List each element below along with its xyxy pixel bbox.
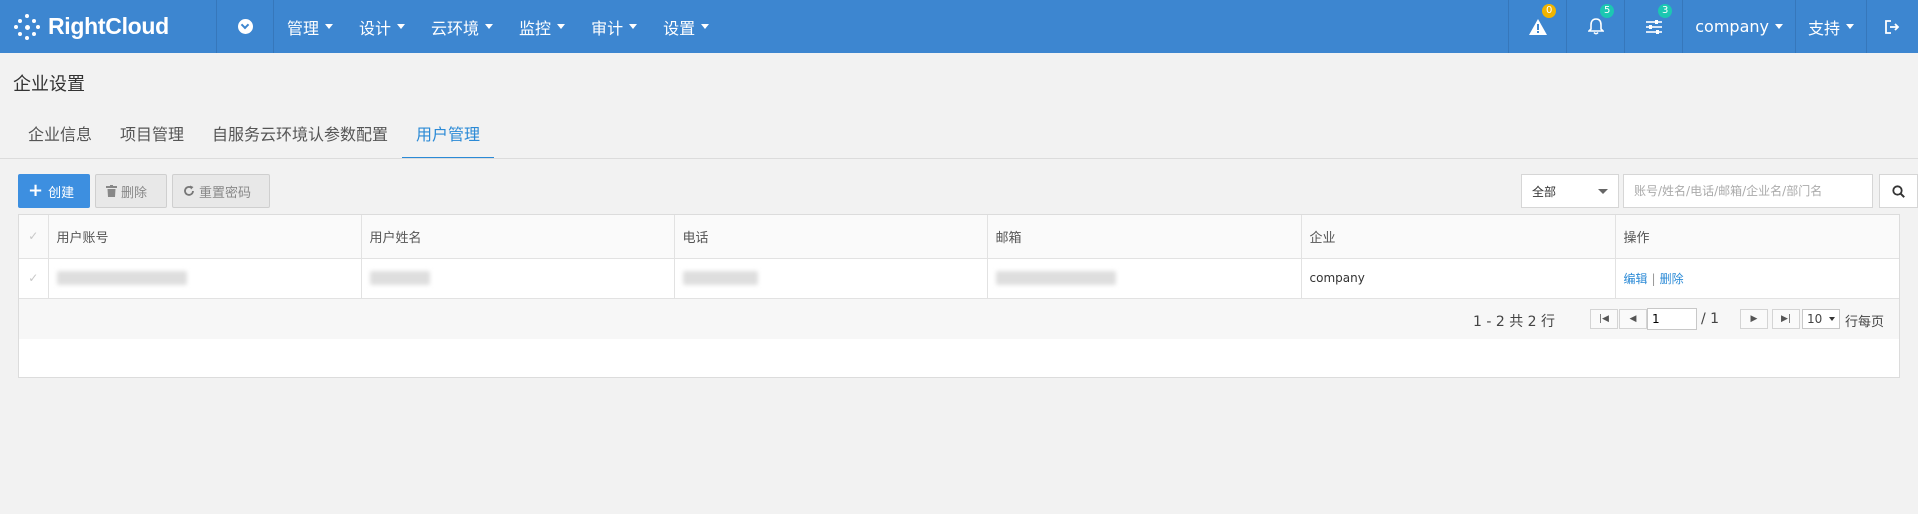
tab-self-service-config[interactable]: 自服务云环境认参数配置 <box>198 118 402 159</box>
edit-link[interactable]: 编辑 <box>1624 272 1648 286</box>
page-title: 企业设置 <box>13 74 85 95</box>
prev-page-icon: ◀ <box>1629 314 1637 324</box>
menu-design[interactable]: 设计 <box>346 0 418 53</box>
search-input[interactable] <box>1623 174 1873 208</box>
menu-settings[interactable]: 设置 <box>650 0 722 53</box>
caret-down-icon <box>1774 24 1783 29</box>
table-header: ✓ 用户账号 用户姓名 电话 邮箱 企业 操作 <box>19 215 1899 259</box>
tasks-badge: 3 <box>1658 4 1673 18</box>
menu-cloud-env[interactable]: 云环境 <box>418 0 506 53</box>
logo-text: RightCloud <box>48 13 169 39</box>
notifications-badge: 5 <box>1600 4 1615 18</box>
menu-monitor[interactable]: 监控 <box>506 0 578 53</box>
cell-name <box>361 258 675 299</box>
column-header-email[interactable]: 邮箱 <box>987 215 1302 259</box>
nav-collapse-button[interactable] <box>218 0 274 53</box>
warning-icon <box>1528 18 1547 35</box>
cell-account <box>48 258 362 299</box>
column-header-account[interactable]: 用户账号 <box>48 215 362 259</box>
logo[interactable]: RightCloud <box>12 0 217 53</box>
tasks-button[interactable]: 3 <box>1624 0 1682 53</box>
caret-down-icon <box>1598 188 1608 194</box>
menu-manage[interactable]: 管理 <box>274 0 346 53</box>
row-checkbox[interactable]: ✓ <box>19 258 49 299</box>
column-header-phone[interactable]: 电话 <box>674 215 988 259</box>
select-all-checkbox[interactable]: ✓ <box>19 215 49 259</box>
caret-down-icon <box>1829 317 1835 321</box>
refresh-icon <box>184 185 194 196</box>
caret-down-icon <box>557 24 566 29</box>
user-menu[interactable]: company <box>1682 0 1795 53</box>
navbar-tools: 0 5 3 company 支持 <box>1508 0 1918 53</box>
first-page-button[interactable]: |◀ <box>1590 309 1618 329</box>
tab-user-management[interactable]: 用户管理 <box>402 118 495 159</box>
logout-button[interactable] <box>1866 0 1918 53</box>
last-page-icon: ▶| <box>1781 314 1791 324</box>
sliders-icon <box>1645 19 1662 34</box>
check-icon: ✓ <box>28 271 39 285</box>
caret-down-icon <box>701 24 710 29</box>
cell-phone <box>674 258 988 299</box>
redacted-value <box>56 271 187 286</box>
redacted-value <box>369 271 430 286</box>
alerts-button[interactable]: 0 <box>1508 0 1566 53</box>
filter-select[interactable]: 全部 <box>1521 174 1619 208</box>
first-page-icon: |◀ <box>1599 314 1609 324</box>
search-button[interactable] <box>1879 174 1918 208</box>
page-size-label: 行每页 <box>1845 315 1885 330</box>
column-header-name[interactable]: 用户姓名 <box>361 215 675 259</box>
redacted-value <box>995 271 1116 286</box>
delete-button[interactable]: 删除 <box>95 174 167 208</box>
column-header-company[interactable]: 企业 <box>1301 215 1616 259</box>
redacted-value <box>682 271 758 286</box>
check-icon: ✓ <box>28 229 39 244</box>
search-icon <box>1892 184 1905 198</box>
reset-password-button[interactable]: 重置密码 <box>172 174 270 208</box>
support-menu[interactable]: 支持 <box>1794 0 1866 53</box>
main-menu: 管理 设计 云环境 监控 审计 设置 <box>274 0 722 53</box>
chevron-down-icon <box>238 19 253 34</box>
bell-icon <box>1587 18 1604 35</box>
menu-audit[interactable]: 审计 <box>578 0 650 53</box>
table-row[interactable]: ✓ company 编辑 | 删除 <box>19 258 1899 299</box>
next-page-button[interactable]: ▶ <box>1740 309 1768 329</box>
notifications-button[interactable]: 5 <box>1566 0 1624 53</box>
top-navbar: RightCloud 管理 设计 云环境 监控 审计 设置 0 5 3 comp… <box>0 0 1918 53</box>
caret-down-icon <box>629 24 638 29</box>
logout-icon <box>1885 19 1900 34</box>
caret-down-icon <box>325 24 334 29</box>
delete-link[interactable]: 删除 <box>1660 272 1684 286</box>
trash-icon <box>106 185 117 197</box>
tab-project-management[interactable]: 项目管理 <box>106 118 198 159</box>
cell-email <box>987 258 1302 299</box>
alerts-badge: 0 <box>1542 4 1557 18</box>
caret-down-icon <box>485 24 494 29</box>
settings-tabs: 企业信息 项目管理 自服务云环境认参数配置 用户管理 <box>14 118 495 159</box>
caret-down-icon <box>1846 24 1854 29</box>
caret-down-icon <box>397 24 406 29</box>
cell-company: company <box>1301 258 1616 299</box>
logo-icon <box>12 12 42 42</box>
tab-company-info[interactable]: 企业信息 <box>14 118 106 159</box>
page-size-select[interactable]: 10 <box>1802 309 1840 329</box>
page-total: / 1 <box>1701 311 1720 327</box>
tabs-divider <box>0 158 1918 159</box>
plus-icon: + <box>28 180 44 201</box>
last-page-button[interactable]: ▶| <box>1772 309 1800 329</box>
prev-page-button[interactable]: ◀ <box>1619 309 1647 329</box>
pagination-bar: 1 - 2 共 2 行 |◀ ◀ / 1 ▶ ▶| 10 行每页 <box>19 299 1899 339</box>
pagination-summary: 1 - 2 共 2 行 <box>1473 314 1556 330</box>
next-page-icon: ▶ <box>1750 314 1758 324</box>
create-button[interactable]: + 创建 <box>18 174 90 208</box>
users-table: ✓ 用户账号 用户姓名 电话 邮箱 企业 操作 ✓ company 编辑 | 删除 <box>18 214 1900 378</box>
column-header-actions: 操作 <box>1615 215 1899 259</box>
cell-actions: 编辑|删除 <box>1615 258 1899 299</box>
page-number-input[interactable] <box>1647 308 1697 330</box>
